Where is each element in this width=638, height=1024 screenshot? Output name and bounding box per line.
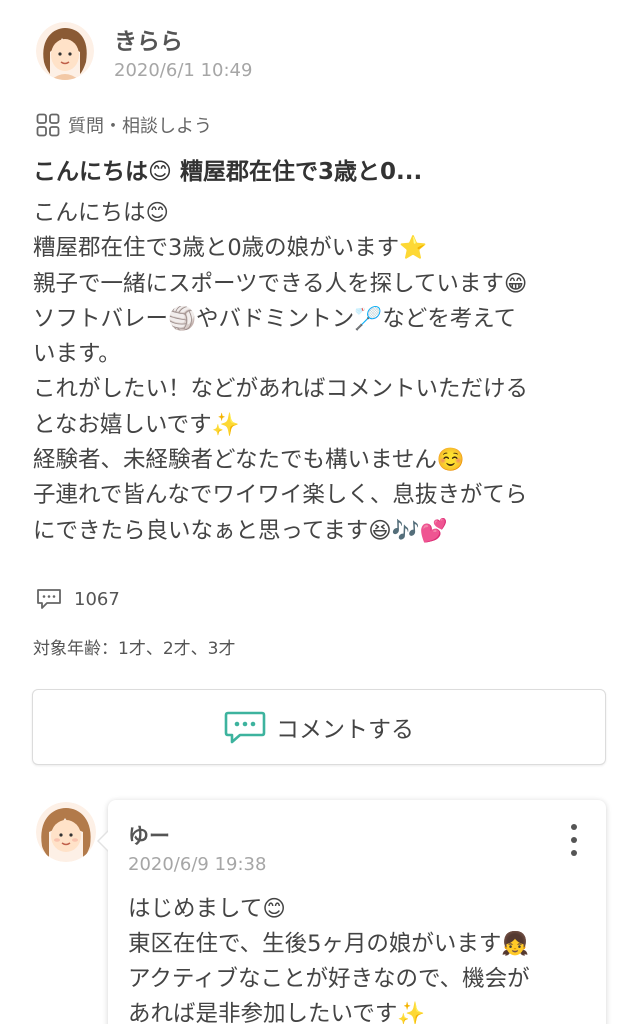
post-author-name[interactable]: きらら (114, 22, 183, 56)
post-body-line: ソフトバレー🏐やバドミントン🏸などを考えて (33, 305, 517, 332)
grid-icon (36, 113, 60, 137)
comment-button-label: コメントする (276, 717, 414, 743)
post-body-line: 子連れで皆んなでワイワイ楽しく、息抜きがてら (33, 482, 528, 509)
reply-card: ゆー 2020/6/9 19:38 はじめまして😊 東区在住で、生後5ヶ月の娘が… (97, 800, 606, 1024)
post-body-line: 親子で一緒にスポーツできる人を探しています😁 (33, 270, 528, 297)
post-body-line: 経験者、未経験者どなたでも構いません☺️ (33, 447, 465, 474)
more-vertical-icon[interactable] (564, 824, 584, 856)
comment-count-value: 1067 (74, 588, 120, 610)
post-body-line: 糟屋郡在住で3歳と0歳の娘がいます⭐ (33, 235, 428, 262)
post-category[interactable]: 質問・相談しよう (36, 112, 212, 138)
reply-date: 2020/6/9 19:38 (128, 854, 267, 875)
post-body-line: います。 (33, 341, 121, 368)
comment-count: 1067 (36, 588, 120, 610)
reply-body: はじめまして😊 東区在住で、生後5ヶ月の娘がいます👧 アクティブなことが好きなの… (128, 892, 598, 1024)
reply-body-line: あれば是非参加したいです✨ (128, 1001, 426, 1024)
target-age: 対象年齢：1才、2才、3才 (33, 639, 236, 659)
reply-author-avatar[interactable] (36, 802, 96, 862)
post-title: こんにちは😊 糟屋郡在住で3歳と0... (33, 159, 423, 185)
chat-bubble-icon (224, 711, 266, 744)
post-body-line: こんにちは😊 (33, 200, 169, 226)
reply-body-line: 東区在住で、生後5ヶ月の娘がいます👧 (128, 931, 530, 957)
author-avatar[interactable] (36, 22, 94, 80)
post-body-line: これがしたい！などがあればコメントいただける (33, 376, 529, 403)
speech-bubble-icon (37, 589, 61, 609)
reply-author-name[interactable]: ゆー (128, 820, 170, 850)
reply-body-line: アクティブなことが好きなので、機会が (128, 966, 530, 992)
post-body: こんにちは😊 糟屋郡在住で3歳と0歳の娘がいます⭐ 親子で一緒にスポーツできる人… (33, 196, 608, 549)
post-body-line: となお嬉しいです✨ (33, 411, 240, 438)
category-label: 質問・相談しよう (68, 116, 212, 137)
post-date: 2020/6/1 10:49 (114, 60, 253, 81)
comment-button[interactable]: コメントする (32, 689, 606, 765)
post-body-line: にできたら良いなぁと思ってます😆🎶💕 (33, 517, 448, 544)
reply-body-line: はじめまして😊 (128, 896, 286, 922)
